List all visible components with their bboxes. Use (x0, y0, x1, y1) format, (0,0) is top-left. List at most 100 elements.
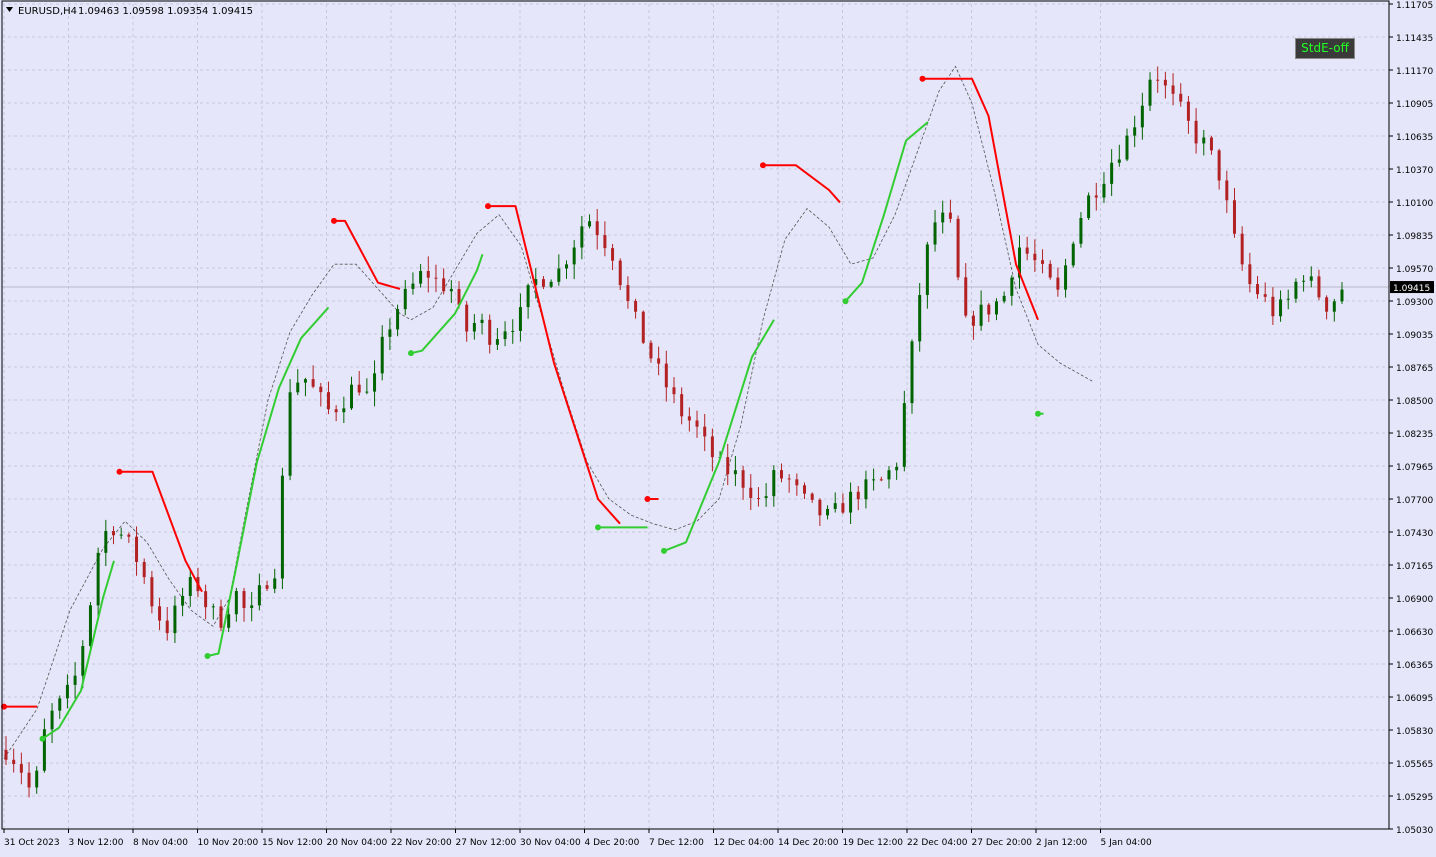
y-tick-label: 1.11435 (1396, 34, 1433, 44)
candle-bear (795, 479, 799, 486)
x-tick-label: 15 Nov 12:00 (262, 838, 323, 848)
candle-bear (219, 606, 223, 628)
candle-bear (1056, 277, 1060, 290)
candle-bull (1302, 280, 1306, 282)
candle-bear (1317, 276, 1321, 298)
candle-bull (1202, 137, 1206, 144)
candle-bull (88, 605, 92, 647)
candle-bear (150, 577, 154, 607)
candle-bull (1117, 159, 1121, 163)
candle-bear (987, 304, 991, 315)
x-tick-label: 8 Nov 04:00 (133, 838, 188, 848)
y-tick-label: 1.10100 (1396, 199, 1433, 209)
candle-bull (1087, 195, 1091, 219)
candle-bear (779, 470, 783, 479)
candle-bull (557, 268, 561, 282)
candle-bull (227, 614, 231, 628)
y-tick-label: 1.09035 (1396, 331, 1433, 341)
x-tick-label: 31 Oct 2023 (4, 838, 60, 848)
band-down-start-dot (919, 75, 926, 82)
candle-bull (895, 466, 899, 471)
chart-background (0, 0, 1436, 853)
candle-bull (1279, 299, 1283, 317)
candle-bull (211, 606, 215, 608)
band-down-start-dot (116, 468, 123, 475)
candle-bear (634, 301, 638, 312)
stde-toggle-button[interactable]: StdE-off (1295, 38, 1355, 59)
candle-bear (204, 591, 208, 608)
candle-bear (1325, 297, 1329, 312)
candle-bull (250, 605, 254, 608)
band-down-start-dot (485, 203, 491, 210)
candle-bull (188, 577, 192, 596)
candle-bull (65, 684, 69, 699)
x-tick-label: 27 Nov 12:00 (456, 838, 517, 848)
y-tick-label: 1.05295 (1396, 793, 1433, 803)
band-up-start-dot (595, 524, 601, 531)
chart-area[interactable]: 1.11705 1.11435 1.11170 1.10905 1.10635 1.103… (0, 0, 1436, 853)
candle-bear (1217, 150, 1221, 181)
candle-bull (772, 470, 776, 497)
x-tick-label: 22 Dec 04:00 (907, 838, 968, 848)
candle-bear (787, 478, 791, 480)
candle-bull (933, 222, 937, 245)
band-up-start-dot (1035, 410, 1041, 417)
candle-bull (503, 331, 507, 340)
candle-bear (334, 409, 338, 413)
y-tick-label: 1.08765 (1396, 364, 1433, 374)
candle-bear (4, 749, 8, 760)
candle-bull (887, 470, 891, 480)
candle-bear (1240, 233, 1244, 265)
candle-bear (741, 470, 745, 488)
y-tick-label: 1.06900 (1396, 595, 1433, 605)
y-tick-label: 1.05030 (1396, 826, 1433, 836)
candle-bull (373, 373, 377, 392)
candle-bull (826, 508, 830, 516)
candle-bull (380, 336, 384, 374)
candle-bear (135, 536, 139, 562)
candle-bull (365, 391, 369, 393)
candle-bull (419, 271, 423, 284)
x-tick-label: 5 Jan 04:00 (1101, 838, 1153, 848)
candle-bear (756, 497, 760, 499)
band-up-start-dot (842, 298, 849, 305)
y-tick-label: 1.06630 (1396, 628, 1433, 638)
candle-bear (803, 485, 807, 494)
candle-bull (257, 585, 261, 606)
candle-bull (495, 339, 499, 345)
candle-bear (1256, 284, 1260, 295)
y-tick-label: 1.06365 (1396, 661, 1433, 671)
candle-bear (687, 416, 691, 421)
y-tick-label: 1.05565 (1396, 760, 1433, 770)
candle-bull (1332, 301, 1336, 312)
candle-bull (42, 729, 46, 771)
x-tick-label: 20 Nov 04:00 (327, 838, 388, 848)
candle-bear (12, 759, 16, 765)
candle-bull (511, 330, 515, 332)
candle-bear (971, 315, 975, 326)
y-tick-label: 1.08500 (1396, 397, 1433, 407)
candle-bear (810, 493, 814, 500)
candle-bull (449, 288, 453, 292)
candle-bear (242, 591, 246, 608)
candle-bear (649, 342, 653, 359)
candle-bear (27, 772, 31, 788)
y-tick-label: 1.09835 (1396, 232, 1433, 242)
y-tick-label: 1.07430 (1396, 529, 1433, 539)
candle-bull (564, 264, 568, 269)
candle-bull (1064, 265, 1068, 290)
y-tick-label: 1.07165 (1396, 562, 1433, 572)
price-chart[interactable]: 1.11705 1.11435 1.11170 1.10905 1.10635 1.103… (0, 0, 1436, 853)
candle-bear (1186, 101, 1190, 121)
y-tick-label: 1.08235 (1396, 430, 1433, 440)
candle-bear (465, 304, 469, 332)
candle-bull (273, 578, 277, 589)
candle-bear (19, 764, 23, 773)
candle-bear (626, 285, 630, 302)
candle-bull (526, 285, 530, 308)
candle-bull (941, 212, 945, 223)
candle-bear (657, 358, 661, 364)
candle-bear (964, 277, 968, 316)
candle-bull (1110, 162, 1114, 184)
x-tick-label: 22 Nov 20:00 (391, 838, 452, 848)
